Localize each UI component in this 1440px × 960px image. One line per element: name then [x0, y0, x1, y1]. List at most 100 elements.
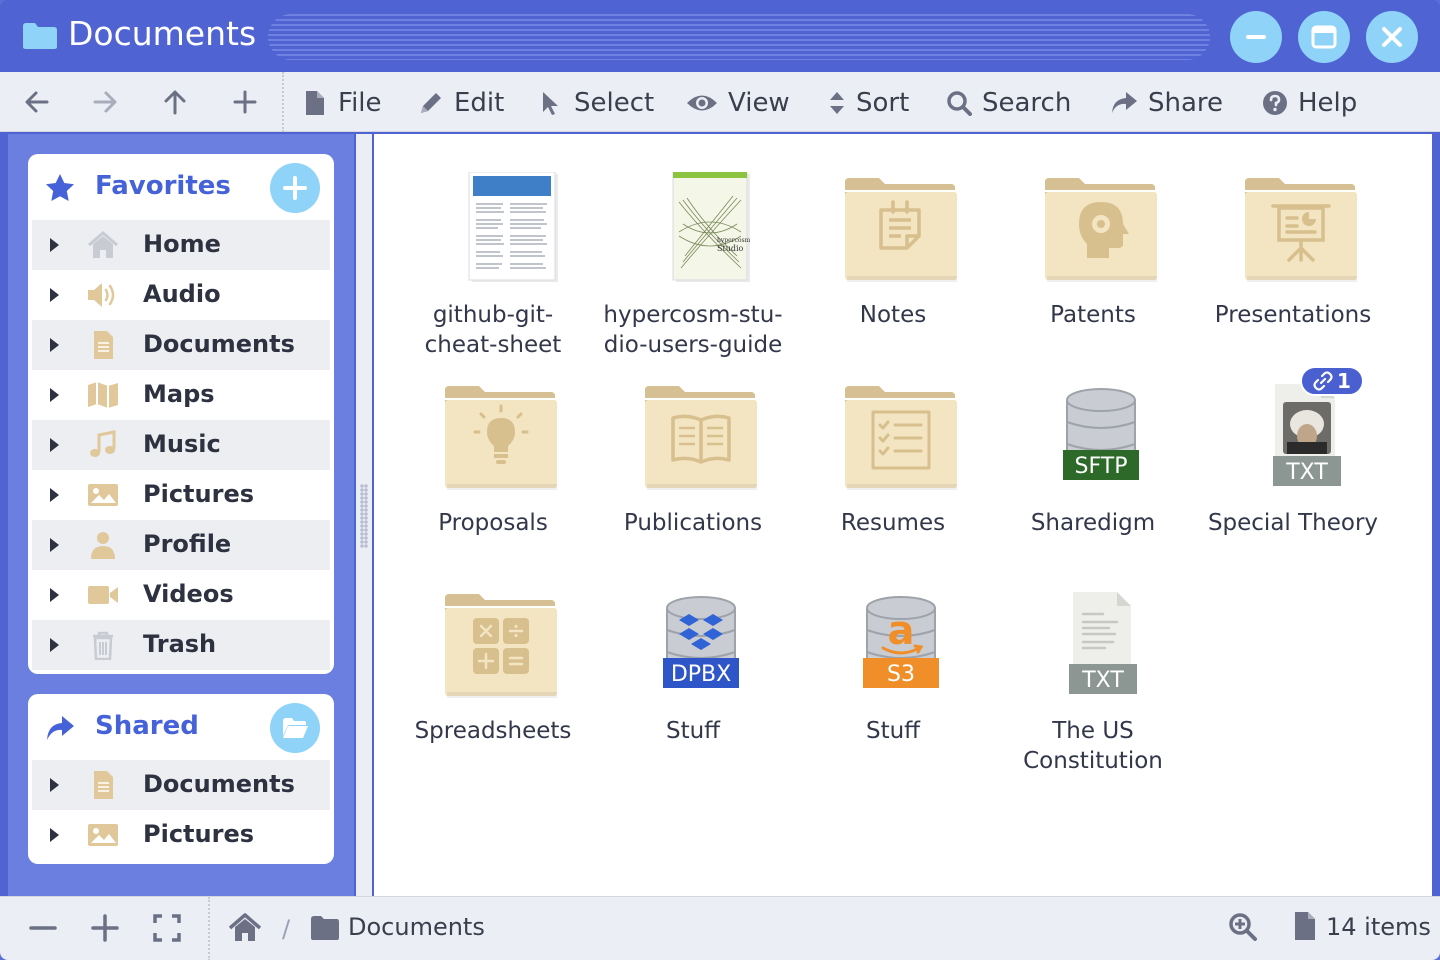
folder-proposals-icon	[445, 386, 557, 490]
expand-caret-icon[interactable]	[48, 537, 60, 553]
sidebar-item-label: Maps	[143, 380, 215, 408]
database-item[interactable]: DPBX Stuff	[593, 550, 793, 750]
folder-item[interactable]: Notes	[793, 134, 993, 334]
shared-item-pictures[interactable]: Pictures	[32, 810, 330, 860]
folder-label: Proposals	[438, 510, 548, 536]
shared-panel: Shared Documents Pictures	[28, 694, 334, 864]
file-item[interactable]: TXT The US Constitution	[993, 550, 1193, 774]
sidebar-item-pictures[interactable]: Pictures	[32, 470, 330, 520]
help-menu[interactable]: Help	[1262, 86, 1357, 120]
up-icon	[164, 90, 186, 115]
sidebar-item-trash[interactable]: Trash	[32, 620, 330, 670]
folder-item[interactable]: Patents	[993, 134, 1193, 334]
view-menu-label: View	[728, 88, 790, 118]
document-icon	[94, 771, 113, 799]
file-item[interactable]: github-git-cheat-sheet	[393, 134, 593, 358]
help-icon	[1263, 91, 1287, 115]
forward-icon	[93, 91, 117, 113]
sidebar-item-home[interactable]: Home	[32, 220, 330, 270]
zoom-out-icon[interactable]	[28, 913, 58, 943]
folder-presentations-icon	[1245, 178, 1357, 282]
cursor-icon	[543, 92, 558, 115]
database-label: Stuff	[665, 718, 721, 744]
search-menu[interactable]: Search	[946, 86, 1071, 120]
status-bar: / Documents 14 items	[0, 896, 1440, 960]
forward-button[interactable]	[88, 86, 122, 118]
open-shared-button[interactable]	[270, 703, 320, 753]
shared-link-badge[interactable]: 1	[1300, 366, 1364, 396]
home-icon	[88, 231, 118, 258]
file-item[interactable]: hypercosm Studio hypercosm-stu-dio-users…	[593, 134, 793, 358]
folder-item[interactable]: Publications	[593, 342, 793, 542]
folder-item[interactable]: Proposals	[393, 342, 593, 542]
folder-item[interactable]: Spreadsheets	[393, 550, 593, 750]
select-menu-label: Select	[574, 88, 655, 118]
toolbar: File Edit Select View Sort Search Share	[0, 72, 1440, 132]
up-button[interactable]	[158, 86, 192, 118]
view-menu[interactable]: View	[686, 86, 790, 120]
minimize-button[interactable]	[1230, 11, 1282, 63]
title-drag-area[interactable]	[268, 14, 1210, 60]
sidebar-item-audio[interactable]: Audio	[32, 270, 330, 320]
expand-caret-icon[interactable]	[48, 637, 60, 653]
new-button[interactable]	[228, 86, 262, 118]
select-menu[interactable]: Select	[538, 86, 654, 120]
home-icon[interactable]	[228, 913, 262, 943]
maximize-button[interactable]	[1298, 11, 1350, 63]
sidebar-item-label: Documents	[143, 770, 295, 798]
text-file-icon: TXT	[1069, 592, 1137, 694]
pencil-icon	[421, 93, 441, 113]
expand-caret-icon[interactable]	[48, 777, 60, 793]
file-grid: github-git-cheat-sheet hypercosm Studio …	[374, 134, 1432, 896]
edit-menu[interactable]: Edit	[418, 86, 504, 120]
sidebar-item-videos[interactable]: Videos	[32, 570, 330, 620]
title-bar[interactable]: Documents	[0, 0, 1440, 72]
close-button[interactable]	[1366, 11, 1418, 63]
sidebar-item-documents[interactable]: Documents	[32, 320, 330, 370]
expand-caret-icon[interactable]	[48, 337, 60, 353]
link-count: 1	[1337, 369, 1351, 393]
expand-caret-icon[interactable]	[48, 387, 60, 403]
back-button[interactable]	[20, 86, 54, 118]
database-item[interactable]: SFTP Sharedigm	[993, 342, 1193, 542]
shared-item-documents[interactable]: Documents	[32, 760, 330, 810]
folder-label: Publications	[623, 510, 763, 536]
zoom-search-icon[interactable]	[1228, 912, 1258, 942]
expand-caret-icon[interactable]	[48, 587, 60, 603]
expand-caret-icon[interactable]	[48, 437, 60, 453]
sort-icon	[830, 92, 844, 114]
sidebar-item-profile[interactable]: Profile	[32, 520, 330, 570]
sort-menu[interactable]: Sort	[828, 86, 909, 120]
breadcrumb-current[interactable]: Documents	[348, 913, 485, 941]
expand-caret-icon[interactable]	[48, 287, 60, 303]
expand-caret-icon[interactable]	[48, 827, 60, 843]
folder-item[interactable]: Resumes	[793, 342, 993, 542]
folder-open-icon	[283, 718, 308, 738]
text-file-photo-icon: TXT	[1273, 384, 1341, 486]
expand-caret-icon[interactable]	[48, 237, 60, 253]
item-count: 14 items	[1326, 913, 1431, 941]
file-item[interactable]: TXT Special Theory	[1193, 342, 1393, 542]
sidebar-splitter[interactable]	[356, 134, 372, 896]
window-title: Documents	[68, 14, 257, 53]
database-label: Sharedigm	[1030, 510, 1156, 536]
pdf-thumbnail	[468, 172, 558, 282]
add-favorite-button[interactable]	[270, 163, 320, 213]
splitter-grip[interactable]	[360, 484, 368, 548]
share-menu-label: Share	[1148, 88, 1224, 118]
folder-item[interactable]: Presentations	[1193, 134, 1393, 334]
favorites-header[interactable]: Favorites	[28, 154, 334, 220]
database-item[interactable]: a S3 Stuff	[793, 550, 993, 750]
folder-label: Resumes	[840, 510, 946, 536]
zoom-in-icon[interactable]	[90, 913, 120, 943]
help-menu-label: Help	[1298, 88, 1358, 118]
share-menu[interactable]: Share	[1110, 86, 1223, 120]
fullscreen-icon[interactable]	[152, 913, 182, 943]
folder-spreadsheets-icon	[445, 594, 557, 698]
map-icon	[88, 382, 118, 408]
shared-header[interactable]: Shared	[28, 694, 334, 760]
sidebar-item-music[interactable]: Music	[32, 420, 330, 470]
file-menu[interactable]: File	[302, 86, 382, 120]
expand-caret-icon[interactable]	[48, 487, 60, 503]
sidebar-item-maps[interactable]: Maps	[32, 370, 330, 420]
